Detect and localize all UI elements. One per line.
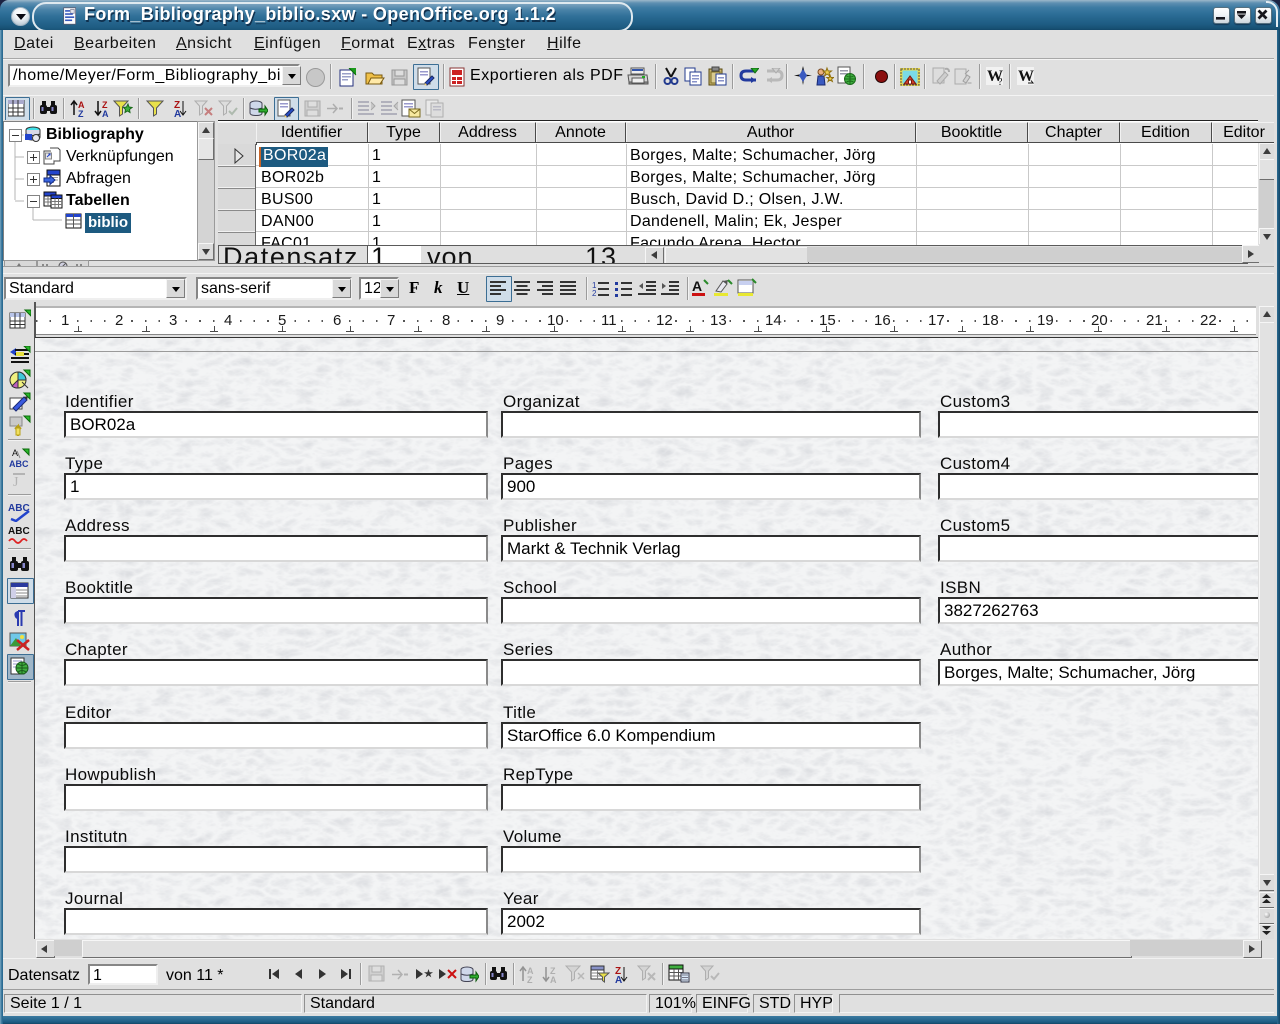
svg-text:2: 2 xyxy=(592,289,597,297)
svg-text:ABC: ABC xyxy=(9,459,29,469)
svg-text:Z: Z xyxy=(527,975,533,984)
svg-text:ABC: ABC xyxy=(8,526,30,537)
svg-text:A: A xyxy=(550,975,557,984)
svg-text:A: A xyxy=(12,448,18,458)
svg-text:?: ? xyxy=(998,77,1003,86)
svg-text:J: J xyxy=(13,475,19,490)
svg-text:A: A xyxy=(692,278,702,294)
svg-text:Z: Z xyxy=(78,109,84,118)
svg-text:A: A xyxy=(174,109,181,118)
svg-text:A: A xyxy=(102,109,109,118)
svg-text:A: A xyxy=(615,975,622,984)
svg-text:W: W xyxy=(1018,68,1034,85)
